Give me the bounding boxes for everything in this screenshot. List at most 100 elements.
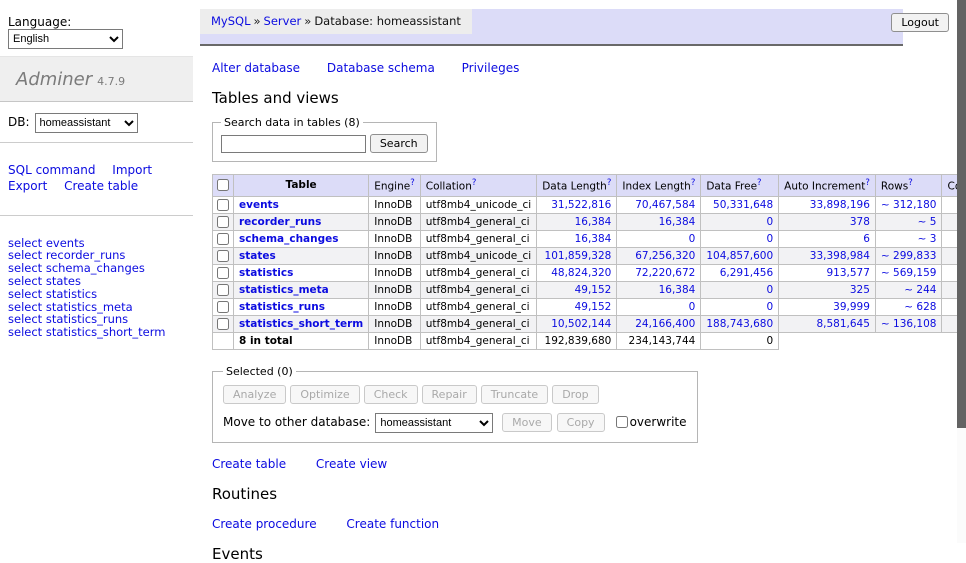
scrollbar-thumb[interactable] bbox=[957, 0, 966, 428]
move-button[interactable]: Move bbox=[502, 413, 552, 432]
drop-button[interactable]: Drop bbox=[552, 385, 598, 404]
data-free-link[interactable]: 188,743,680 bbox=[706, 318, 773, 330]
create-procedure-link[interactable]: Create procedure bbox=[212, 517, 317, 531]
data-free-link[interactable]: 50,331,648 bbox=[713, 199, 773, 211]
auto-increment-link[interactable]: 325 bbox=[850, 284, 870, 296]
column-help-link[interactable]: ? bbox=[410, 178, 415, 188]
create-table-link[interactable]: Create table bbox=[212, 457, 286, 471]
search-input[interactable] bbox=[221, 135, 366, 153]
column-help-link[interactable]: ? bbox=[472, 178, 477, 188]
create-view-link[interactable]: Create view bbox=[316, 457, 387, 471]
overwrite-checkbox[interactable] bbox=[616, 416, 628, 428]
table-name-link[interactable]: events bbox=[239, 199, 279, 211]
data-length-link[interactable]: 10,502,144 bbox=[551, 318, 611, 330]
language-select[interactable]: English bbox=[8, 29, 123, 49]
row-checkbox[interactable] bbox=[217, 199, 229, 211]
data-free-link[interactable]: 0 bbox=[766, 233, 773, 245]
table-name-link[interactable]: recorder_runs bbox=[239, 216, 321, 228]
engine-cell: InnoDB bbox=[369, 213, 421, 230]
db-select[interactable]: homeassistant bbox=[35, 113, 138, 133]
sidebar-select-statistics-short-term-link[interactable]: select statistics_short_term bbox=[8, 326, 185, 339]
auto-increment-link[interactable]: 913,577 bbox=[827, 267, 870, 279]
table-name-link[interactable]: statistics_runs bbox=[239, 301, 325, 313]
rows-link[interactable]: ~ 3 bbox=[918, 233, 937, 245]
index-length-link[interactable]: 0 bbox=[689, 301, 696, 313]
index-length-link[interactable]: 67,256,320 bbox=[635, 250, 695, 262]
breadcrumb-mysql-link[interactable]: MySQL bbox=[211, 14, 251, 28]
data-free-link[interactable]: 104,857,600 bbox=[706, 250, 773, 262]
data-length-link[interactable]: 101,859,328 bbox=[545, 250, 612, 262]
index-length-link[interactable]: 70,467,584 bbox=[635, 199, 695, 211]
search-button[interactable]: Search bbox=[370, 134, 428, 153]
total-index-length-cell: 234,143,744 bbox=[617, 332, 701, 349]
data-length-link[interactable]: 16,384 bbox=[575, 233, 612, 245]
rows-link[interactable]: ~ 244 bbox=[904, 284, 936, 296]
index-length-link[interactable]: 72,220,672 bbox=[635, 267, 695, 279]
rows-link[interactable]: ~ 569,159 bbox=[881, 267, 937, 279]
index-length-cell: 67,256,320 bbox=[617, 247, 701, 264]
rows-link[interactable]: ~ 628 bbox=[904, 301, 936, 313]
data-length-link[interactable]: 49,152 bbox=[575, 284, 612, 296]
index-length-link[interactable]: 16,384 bbox=[659, 284, 696, 296]
move-db-select[interactable]: homeassistant bbox=[375, 413, 493, 433]
table-name-link[interactable]: schema_changes bbox=[239, 233, 339, 245]
data-free-link[interactable]: 0 bbox=[766, 216, 773, 228]
truncate-button[interactable]: Truncate bbox=[481, 385, 548, 404]
logout-button[interactable]: Logout bbox=[891, 13, 949, 32]
row-checkbox[interactable] bbox=[217, 216, 229, 228]
auto-increment-link[interactable]: 8,581,645 bbox=[816, 318, 869, 330]
auto-increment-link[interactable]: 33,398,984 bbox=[810, 250, 870, 262]
column-help-link[interactable]: ? bbox=[691, 178, 696, 188]
sidebar-select-states-link[interactable]: select states bbox=[8, 275, 185, 288]
data-free-link[interactable]: 0 bbox=[766, 284, 773, 296]
data-length-link[interactable]: 49,152 bbox=[575, 301, 612, 313]
row-checkbox[interactable] bbox=[217, 318, 229, 330]
copy-button[interactable]: Copy bbox=[557, 413, 605, 432]
table-name-link[interactable]: states bbox=[239, 250, 276, 262]
data-length-link[interactable]: 31,522,816 bbox=[551, 199, 611, 211]
auto-increment-link[interactable]: 33,898,196 bbox=[810, 199, 870, 211]
index-length-link[interactable]: 24,166,400 bbox=[635, 318, 695, 330]
repair-button[interactable]: Repair bbox=[422, 385, 477, 404]
rows-link[interactable]: ~ 5 bbox=[918, 216, 937, 228]
row-checkbox[interactable] bbox=[217, 267, 229, 279]
rows-link[interactable]: ~ 299,833 bbox=[881, 250, 937, 262]
table-name-link[interactable]: statistics_short_term bbox=[239, 318, 363, 330]
privileges-link[interactable]: Privileges bbox=[462, 61, 520, 75]
check-button[interactable]: Check bbox=[364, 385, 418, 404]
column-help-link[interactable]: ? bbox=[607, 178, 612, 188]
rows-link[interactable]: ~ 136,108 bbox=[881, 318, 937, 330]
table-name-link[interactable]: statistics bbox=[239, 267, 293, 279]
column-help-link[interactable]: ? bbox=[757, 178, 762, 188]
row-checkbox[interactable] bbox=[217, 250, 229, 262]
select-all-checkbox[interactable] bbox=[217, 179, 229, 191]
sql-command-link[interactable]: SQL command bbox=[8, 163, 95, 177]
row-checkbox[interactable] bbox=[217, 233, 229, 245]
index-length-link[interactable]: 16,384 bbox=[659, 216, 696, 228]
column-help-link[interactable]: ? bbox=[865, 178, 870, 188]
auto-increment-link[interactable]: 378 bbox=[850, 216, 870, 228]
auto-increment-link[interactable]: 6 bbox=[863, 233, 870, 245]
auto-increment-link[interactable]: 39,999 bbox=[833, 301, 870, 313]
data-free-link[interactable]: 0 bbox=[766, 301, 773, 313]
data-free-link[interactable]: 6,291,456 bbox=[720, 267, 773, 279]
analyze-button[interactable]: Analyze bbox=[223, 385, 286, 404]
alter-database-link[interactable]: Alter database bbox=[212, 61, 300, 75]
column-help-link[interactable]: ? bbox=[908, 178, 913, 188]
create-table-link[interactable]: Create table bbox=[64, 179, 138, 193]
sidebar-select-statistics-link[interactable]: select statistics bbox=[8, 288, 185, 301]
table-row: schema_changesInnoDButf8mb4_general_ci16… bbox=[213, 230, 966, 247]
export-link[interactable]: Export bbox=[8, 179, 47, 193]
breadcrumb-server-link[interactable]: Server bbox=[264, 14, 302, 28]
optimize-button[interactable]: Optimize bbox=[290, 385, 359, 404]
rows-link[interactable]: ~ 312,180 bbox=[881, 199, 937, 211]
data-length-link[interactable]: 16,384 bbox=[575, 216, 612, 228]
row-checkbox[interactable] bbox=[217, 301, 229, 313]
row-checkbox[interactable] bbox=[217, 284, 229, 296]
create-function-link[interactable]: Create function bbox=[346, 517, 439, 531]
database-schema-link[interactable]: Database schema bbox=[327, 61, 435, 75]
data-length-link[interactable]: 48,824,320 bbox=[551, 267, 611, 279]
import-link[interactable]: Import bbox=[112, 163, 152, 177]
index-length-link[interactable]: 0 bbox=[689, 233, 696, 245]
table-name-link[interactable]: statistics_meta bbox=[239, 284, 329, 296]
